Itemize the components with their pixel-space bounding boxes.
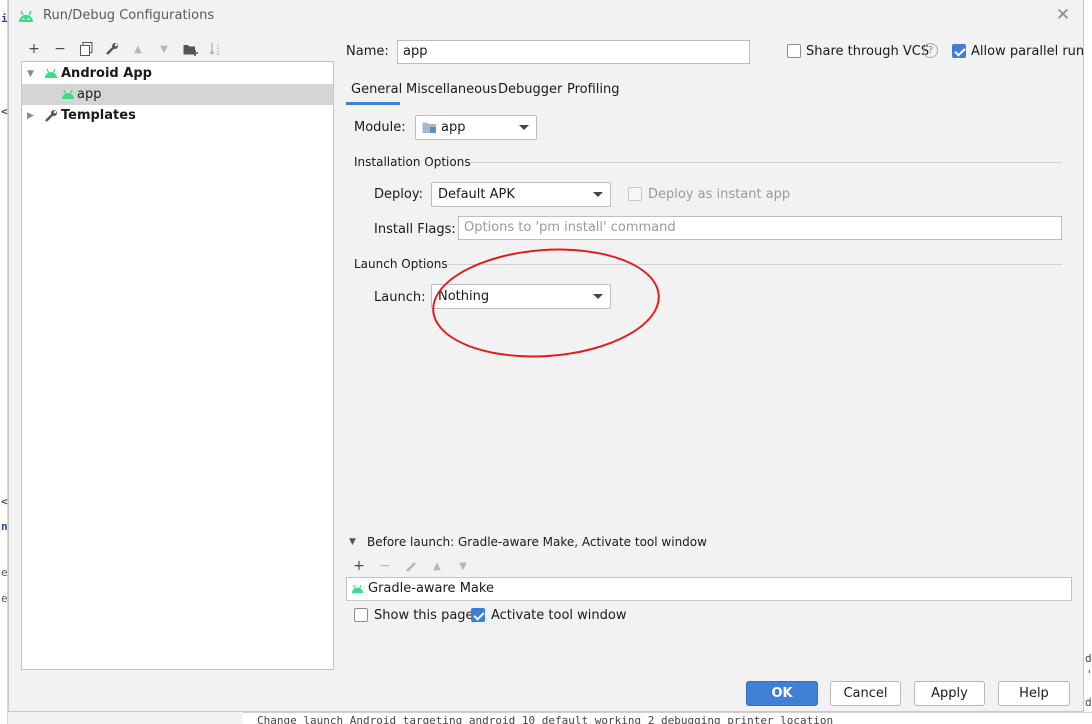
tree-item-label: app	[77, 87, 102, 102]
background-glyph: d	[1085, 696, 1092, 709]
tab-debugger[interactable]: Debugger	[498, 82, 562, 97]
active-tab-indicator	[346, 102, 400, 105]
instant-app-checkbox[interactable]	[628, 187, 642, 201]
activate-window-label: Activate tool window	[491, 608, 627, 623]
configuration-tree: ▼ Android App app ▶ Templates	[21, 61, 334, 670]
arrow-up-icon: ▲	[433, 560, 441, 572]
module-label: Module:	[354, 120, 406, 135]
before-launch-edit-button[interactable]	[402, 557, 420, 575]
tree-item-label: Android App	[61, 66, 152, 81]
tree-item-label: Templates	[61, 108, 136, 123]
before-launch-remove-button[interactable]: −	[376, 557, 394, 575]
share-vcs-checkbox[interactable]	[787, 44, 801, 58]
new-folder-button[interactable]	[181, 40, 199, 58]
section-divider	[470, 162, 1062, 163]
background-glyph: '	[1086, 668, 1092, 681]
before-launch-down-button[interactable]: ▼	[454, 557, 472, 575]
android-icon	[352, 584, 363, 594]
pencil-icon	[405, 561, 416, 572]
name-input[interactable]: app	[397, 40, 750, 64]
sort-button[interactable]: 12	[207, 40, 225, 58]
android-icon	[19, 10, 33, 22]
move-down-button[interactable]: ▼	[155, 40, 173, 58]
copy-configuration-button[interactable]	[77, 40, 95, 58]
module-value: app	[441, 120, 466, 135]
install-flags-label: Install Flags:	[374, 222, 456, 237]
arrow-down-icon: ▼	[160, 43, 168, 55]
background-glyph: i	[1, 12, 8, 25]
background-glyph: e	[1, 592, 8, 605]
tab-miscellaneous[interactable]: Miscellaneous	[406, 82, 497, 97]
launch-label: Launch:	[374, 290, 426, 305]
module-select[interactable]: app	[415, 115, 537, 140]
android-icon	[62, 89, 74, 99]
background-glyph: n	[1, 520, 8, 533]
allow-parallel-label: Allow parallel run	[971, 44, 1085, 59]
module-folder-icon	[422, 122, 436, 133]
instant-app-label: Deploy as instant app	[648, 187, 791, 202]
tree-item-app[interactable]: app	[22, 84, 333, 105]
help-icon[interactable]: ?	[923, 43, 938, 58]
show-page-checkbox[interactable]	[354, 608, 368, 622]
tree-item-templates[interactable]: ▶ Templates	[22, 105, 333, 126]
before-launch-chevron-icon[interactable]: ▼	[349, 537, 356, 547]
expanded-chevron-icon[interactable]: ▼	[27, 69, 34, 79]
installation-options-title: Installation Options	[354, 155, 471, 169]
sort-icon: 12	[209, 43, 220, 56]
ok-button[interactable]: OK	[746, 681, 818, 706]
install-flags-input[interactable]: Options to 'pm install' command	[458, 216, 1062, 240]
move-up-button[interactable]: ▲	[129, 40, 147, 58]
background-glyph: d	[1085, 652, 1092, 665]
folder-plus-icon	[183, 44, 198, 56]
wrench-icon	[45, 110, 57, 122]
tree-item-android-app[interactable]: ▼ Android App	[22, 63, 333, 84]
launch-options-title: Launch Options	[354, 257, 448, 271]
minus-icon: −	[54, 41, 66, 57]
before-launch-up-button[interactable]: ▲	[428, 557, 446, 575]
copy-icon	[79, 42, 92, 56]
before-launch-add-button[interactable]: +	[350, 557, 368, 575]
wrench-icon	[106, 43, 118, 55]
show-page-label: Show this page	[374, 608, 474, 623]
window-title: Run/Debug Configurations	[43, 8, 215, 23]
list-item[interactable]: Gradle-aware Make	[347, 578, 1071, 600]
name-label: Name:	[346, 44, 389, 59]
background-glyph: <	[1, 105, 8, 118]
background-editor-right	[1084, 0, 1092, 724]
red-annotation-circle	[428, 241, 664, 365]
add-configuration-button[interactable]: +	[25, 40, 43, 58]
minus-icon: −	[379, 558, 391, 574]
plus-icon: +	[353, 558, 365, 574]
tab-general[interactable]: General	[351, 82, 402, 97]
dropdown-arrow-icon	[519, 125, 529, 130]
arrow-down-icon: ▼	[459, 560, 467, 572]
svg-text:2: 2	[216, 50, 220, 56]
apply-button[interactable]: Apply	[914, 681, 985, 706]
background-glyph: <	[1, 495, 8, 508]
allow-parallel-checkbox[interactable]	[952, 44, 966, 58]
arrow-up-icon: ▲	[134, 43, 142, 55]
dropdown-arrow-icon	[593, 192, 603, 197]
deploy-value: Default APK	[438, 187, 515, 202]
deploy-select[interactable]: Default APK	[431, 182, 611, 207]
edit-templates-button[interactable]	[103, 40, 121, 58]
before-launch-title: Before launch: Gradle-aware Make, Activa…	[367, 535, 707, 549]
gradle-make-label: Gradle-aware Make	[368, 581, 494, 596]
background-code-line: Change launch Android targeting android …	[243, 712, 1092, 724]
android-icon	[45, 68, 57, 78]
help-button[interactable]: Help	[998, 681, 1070, 706]
tab-profiling[interactable]: Profiling	[567, 82, 620, 97]
close-icon[interactable]: ✕	[1053, 5, 1073, 25]
plus-icon: +	[28, 41, 40, 57]
cancel-button[interactable]: Cancel	[830, 681, 901, 706]
background-glyph: e	[1, 566, 8, 579]
share-vcs-label: Share through VCS	[806, 44, 930, 59]
run-debug-dialog: Run/Debug Configurations ✕ + − ▲ ▼ 12 ▼ …	[8, 0, 1084, 712]
deploy-label: Deploy:	[374, 187, 423, 202]
before-launch-list: Gradle-aware Make	[346, 577, 1072, 601]
remove-configuration-button[interactable]: −	[51, 40, 69, 58]
activate-window-checkbox[interactable]	[471, 608, 485, 622]
collapsed-chevron-icon[interactable]: ▶	[27, 111, 34, 121]
